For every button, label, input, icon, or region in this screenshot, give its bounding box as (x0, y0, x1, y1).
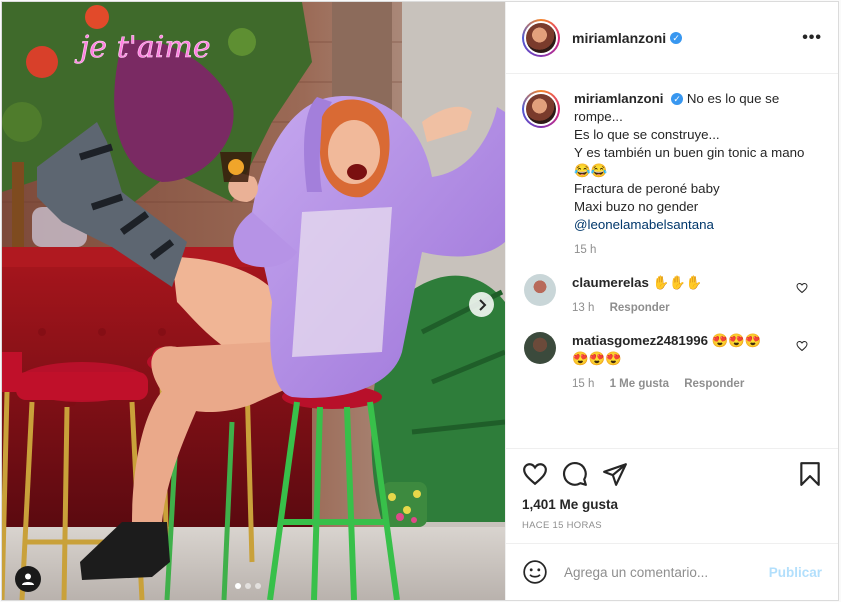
commenter-avatar[interactable] (524, 332, 556, 364)
comments-area: miriamlanzoni ✓ No es lo que se rompe...… (506, 74, 838, 448)
comment-icon (563, 462, 587, 486)
post-photo: je t'aime (2, 2, 505, 600)
comment-like-heart-icon[interactable] (796, 282, 808, 294)
carousel-dots (235, 583, 261, 589)
comment-text: matiasgomez2481996 😍😍😍😍😍😍 (572, 332, 772, 368)
bookmark-icon (800, 462, 820, 486)
caption-time[interactable]: 15 h (574, 244, 596, 256)
reply-button[interactable]: Responder (610, 302, 670, 314)
comment-time[interactable]: 13 h (572, 302, 594, 314)
svg-text:je t'aime: je t'aime (74, 30, 211, 65)
comment-item: matiasgomez2481996 😍😍😍😍😍😍 15 h 1 Me gust… (522, 332, 822, 390)
comment-meta: 15 h 1 Me gusta Responder (572, 378, 772, 390)
comment-like-heart-icon[interactable] (796, 340, 808, 352)
share-button[interactable] (602, 461, 628, 487)
caption-text: miriamlanzoni ✓ No es lo que se rompe...… (574, 90, 822, 234)
comment-body: ✋✋✋ (652, 275, 703, 290)
verified-icon: ✓ (671, 93, 684, 105)
comment-text: claumerelas ✋✋✋ (572, 274, 772, 292)
more-options-icon[interactable]: ••• (802, 29, 822, 47)
caption-mention[interactable]: @leonelamabelsantana (574, 217, 714, 232)
post-header: miriamlanzoni ✓ ••• (506, 2, 838, 74)
comment-input[interactable] (562, 563, 769, 581)
comment-item: claumerelas ✋✋✋ 13 h Responder (522, 274, 822, 314)
commenter-username[interactable]: matiasgomez2481996 (572, 333, 708, 348)
like-count[interactable]: 1,401 Me gusta (522, 497, 822, 512)
post-actions: 1,401 Me gusta HACE 15 HORAS (506, 448, 838, 543)
caption-line: Fractura de peroné baby (574, 181, 720, 196)
caption-avatar[interactable] (522, 90, 560, 128)
heart-icon (523, 463, 547, 486)
like-button[interactable] (522, 461, 548, 487)
user-tag-icon (22, 573, 34, 585)
carousel-dot (245, 583, 251, 589)
next-slide-button[interactable] (469, 292, 494, 317)
post-timestamp[interactable]: HACE 15 HORAS (522, 520, 822, 531)
add-comment-bar: Publicar (506, 543, 838, 600)
post-container: je t'aime miriamlanzoni ✓ ••• miriamlanz… (1, 1, 839, 601)
post-media[interactable]: je t'aime (2, 2, 505, 600)
verified-icon: ✓ (670, 31, 683, 44)
author-username[interactable]: miriamlanzoni (572, 30, 666, 46)
comment-meta: 13 h Responder (572, 302, 772, 314)
commenter-username[interactable]: claumerelas (572, 275, 649, 290)
carousel-dot (235, 583, 241, 589)
comment-time[interactable]: 15 h (572, 378, 594, 390)
chevron-right-icon (478, 298, 486, 311)
post-side-panel: miriamlanzoni ✓ ••• miriamlanzoni ✓ No e… (505, 2, 838, 600)
emoji-icon (523, 560, 547, 584)
emoji-button[interactable] (522, 559, 548, 585)
caption: miriamlanzoni ✓ No es lo que se rompe...… (522, 90, 822, 256)
comment-button[interactable] (562, 461, 588, 487)
action-icons (522, 455, 822, 493)
caption-line: Y es también un buen gin tonic a mano 😂😂 (574, 145, 805, 178)
caption-meta: 15 h (574, 244, 822, 256)
caption-username[interactable]: miriamlanzoni (574, 91, 663, 106)
user-tag-button[interactable] (15, 566, 41, 592)
share-icon (603, 463, 627, 486)
commenter-avatar[interactable] (524, 274, 556, 306)
save-button[interactable] (798, 461, 822, 487)
carousel-dot (255, 583, 261, 589)
caption-line: Es lo que se construye... (574, 127, 720, 142)
publish-button[interactable]: Publicar (769, 565, 822, 580)
comment-likes[interactable]: 1 Me gusta (610, 378, 669, 390)
author-avatar[interactable] (522, 18, 560, 57)
reply-button[interactable]: Responder (684, 378, 744, 390)
caption-line: Maxi buzo no gender (574, 199, 699, 214)
